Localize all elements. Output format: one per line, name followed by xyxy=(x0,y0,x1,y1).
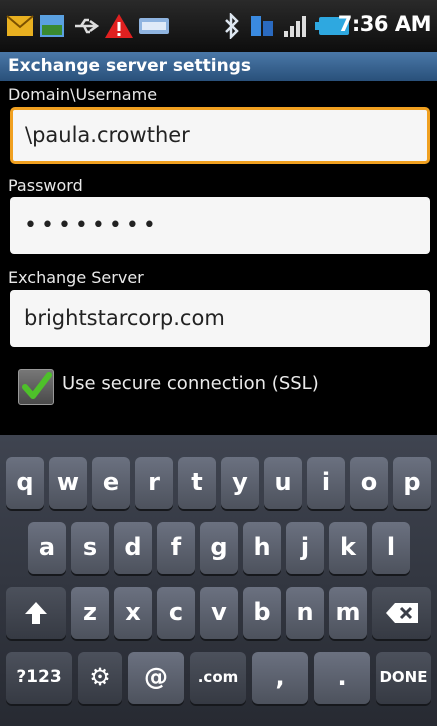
key-x[interactable]: x xyxy=(114,587,152,639)
backspace-icon xyxy=(385,603,418,623)
key-a[interactable]: a xyxy=(28,522,66,574)
symbols-mode-key[interactable]: ?123 xyxy=(6,652,72,704)
ssl-checkbox[interactable] xyxy=(18,369,54,405)
password-label: Password xyxy=(8,176,83,195)
exchange-server-label: Exchange Server xyxy=(8,268,144,287)
done-key[interactable]: DONE xyxy=(376,652,431,704)
settings-key[interactable]: ⚙ xyxy=(78,652,122,704)
clock: 7:36 AM xyxy=(337,12,432,36)
key-s[interactable]: s xyxy=(71,522,109,574)
warning-icon xyxy=(105,14,133,38)
comma-key[interactable]: , xyxy=(252,652,308,704)
soft-keyboard: q w e r t y u i o p a s d f g h j k l z … xyxy=(0,435,437,726)
domain-username-input[interactable]: \paula.crowther xyxy=(10,107,430,164)
backspace-key[interactable] xyxy=(372,587,431,639)
key-u[interactable]: u xyxy=(264,457,302,509)
domain-username-label: Domain\Username xyxy=(8,85,158,104)
key-v[interactable]: v xyxy=(200,587,238,639)
page-title: Exchange server settings xyxy=(0,52,437,81)
key-i[interactable]: i xyxy=(307,457,345,509)
at-key[interactable]: @ xyxy=(128,652,184,704)
keyboard-icon xyxy=(139,18,169,34)
key-f[interactable]: f xyxy=(157,522,195,574)
key-y[interactable]: y xyxy=(221,457,259,509)
shift-key[interactable] xyxy=(6,587,66,639)
key-p[interactable]: p xyxy=(393,457,431,509)
gear-icon: ⚙ xyxy=(89,663,111,691)
shift-arrow-icon xyxy=(25,602,47,624)
key-l[interactable]: l xyxy=(372,522,410,574)
key-n[interactable]: n xyxy=(286,587,324,639)
key-b[interactable]: b xyxy=(243,587,281,639)
dot-com-key[interactable]: .com xyxy=(190,652,246,704)
key-k[interactable]: k xyxy=(329,522,367,574)
key-t[interactable]: t xyxy=(178,457,216,509)
status-bar: 7:36 AM xyxy=(0,0,437,52)
key-e[interactable]: e xyxy=(92,457,130,509)
key-o[interactable]: o xyxy=(350,457,388,509)
period-key[interactable]: . xyxy=(314,652,370,704)
bluetooth-icon xyxy=(225,13,239,39)
key-c[interactable]: c xyxy=(157,587,195,639)
ssl-label: Use secure connection (SSL) xyxy=(62,373,319,394)
usb-icon xyxy=(75,18,100,34)
mail-icon xyxy=(6,15,34,36)
key-h[interactable]: h xyxy=(243,522,281,574)
data-icon xyxy=(251,16,273,36)
gallery-icon xyxy=(40,15,64,37)
key-j[interactable]: j xyxy=(286,522,324,574)
key-r[interactable]: r xyxy=(135,457,173,509)
key-m[interactable]: m xyxy=(329,587,367,639)
key-d[interactable]: d xyxy=(114,522,152,574)
exchange-server-input[interactable]: brightstarcorp.com xyxy=(10,290,430,347)
key-q[interactable]: q xyxy=(6,457,44,509)
checkmark-icon xyxy=(22,372,52,399)
password-input[interactable]: •••••••• xyxy=(10,197,430,254)
key-g[interactable]: g xyxy=(200,522,238,574)
signal-icon xyxy=(284,16,306,37)
key-w[interactable]: w xyxy=(49,457,87,509)
key-z[interactable]: z xyxy=(71,587,109,639)
